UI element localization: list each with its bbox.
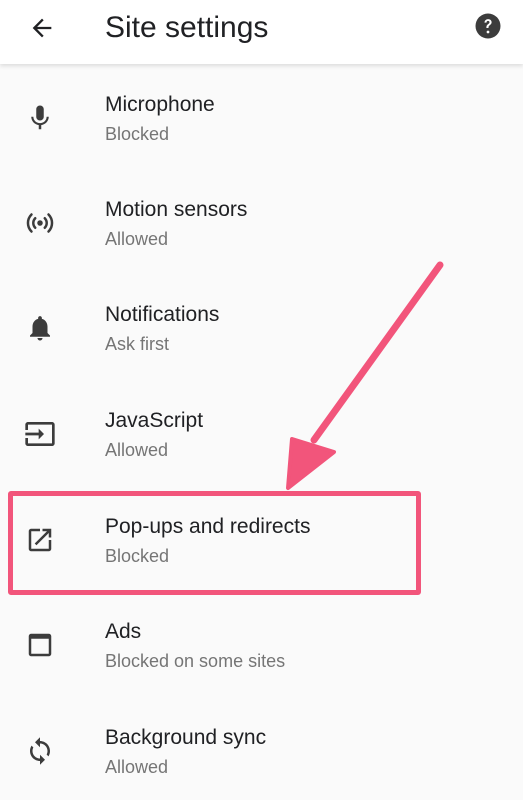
setting-label: Motion sensors: [105, 198, 248, 221]
setting-label: Pop-ups and redirects: [105, 515, 311, 538]
setting-item-microphone[interactable]: Microphone Blocked: [0, 64, 523, 169]
setting-item-ads[interactable]: Ads Blocked on some sites: [0, 591, 523, 696]
back-button[interactable]: [22, 8, 62, 48]
setting-status: Allowed: [105, 757, 169, 777]
setting-item-notifications[interactable]: Notifications Ask first: [0, 274, 523, 379]
setting-item-background-sync[interactable]: Background sync Allowed: [0, 697, 523, 800]
setting-status: Blocked on some sites: [105, 651, 286, 671]
setting-label: Microphone: [105, 93, 215, 116]
page-title: Site settings: [105, 11, 269, 44]
bell-icon: [22, 310, 58, 346]
setting-label: Notifications: [105, 303, 220, 326]
ads-window-icon: [22, 627, 58, 663]
arrow-back-icon: [32, 18, 52, 38]
setting-status: Ask first: [105, 334, 170, 354]
site-settings-screen: Site settings Microphone Blocked Motion …: [0, 0, 523, 800]
setting-label: JavaScript: [105, 409, 204, 432]
help-button[interactable]: [470, 8, 506, 44]
microphone-icon: [22, 100, 58, 136]
help-icon: [475, 13, 501, 39]
setting-status: Allowed: [105, 440, 169, 460]
open-in-new-icon: [22, 522, 58, 558]
setting-status: Blocked: [105, 124, 170, 144]
setting-item-popups-redirects[interactable]: Pop-ups and redirects Blocked: [0, 486, 523, 591]
motion-sensors-icon: [22, 205, 58, 241]
setting-status: Allowed: [105, 229, 169, 249]
sync-icon: [22, 733, 58, 769]
setting-label: Background sync: [105, 726, 267, 749]
javascript-icon: [22, 416, 58, 452]
setting-item-javascript[interactable]: JavaScript Allowed: [0, 380, 523, 485]
setting-item-motion-sensors[interactable]: Motion sensors Allowed: [0, 169, 523, 274]
setting-status: Blocked: [105, 546, 170, 566]
setting-label: Ads: [105, 620, 142, 643]
toolbar: Site settings: [0, 0, 523, 64]
